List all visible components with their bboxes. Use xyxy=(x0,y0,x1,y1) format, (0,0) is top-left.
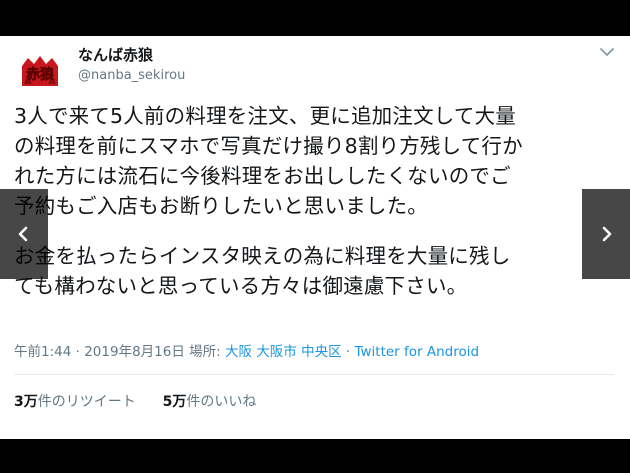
top-black-bar xyxy=(0,0,630,36)
chevron-right-icon xyxy=(602,226,612,242)
location-link[interactable]: 大阪 大阪市 中央区 xyxy=(225,344,342,360)
bottom-black-bar xyxy=(0,439,630,473)
location-label: 場所: xyxy=(189,344,221,360)
previous-button[interactable] xyxy=(0,189,48,279)
display-name[interactable]: なんば赤狼 xyxy=(78,44,153,65)
like-stat[interactable]: 5万件のいいね xyxy=(163,394,257,410)
tweet-paragraph-2: お金を払ったらインスタ映えの為に料理を大量に残し ても構わないと思っている方々は… xyxy=(14,244,511,298)
chevron-down-icon[interactable] xyxy=(597,44,617,60)
user-handle[interactable]: @nanba_sekirou xyxy=(78,68,185,83)
like-count: 5万 xyxy=(162,394,187,410)
chevron-left-icon xyxy=(18,226,28,242)
tweet-meta: 午前1:44 · 2019年8月16日 場所: 大阪 大阪市 中央区 · Twi… xyxy=(14,340,479,360)
source-link[interactable]: Twitter for Android xyxy=(354,344,479,360)
retweet-count: 3万 xyxy=(14,394,38,410)
meta-separator: · xyxy=(75,344,85,360)
tweet-date[interactable]: 2019年8月16日 xyxy=(84,344,185,360)
divider xyxy=(14,374,614,375)
tweet-paragraph-1: 3人で来て5人前の料理を注文、更に追加注文して大量 の料理を前にスマホで写真だけ… xyxy=(14,104,523,218)
tweet-body: 3人で来て5人前の料理を注文、更に追加注文して大量 の料理を前にスマホで写真だけ… xyxy=(14,101,614,301)
like-label: 件のいいね xyxy=(186,394,257,410)
avatar[interactable]: 赤狼 xyxy=(14,46,66,98)
retweet-stat[interactable]: 3万件のリツイート xyxy=(14,394,136,410)
tweet-time[interactable]: 午前1:44 xyxy=(14,344,71,360)
next-button[interactable] xyxy=(582,189,630,279)
avatar-lettering: 赤狼 xyxy=(26,66,55,83)
retweet-label: 件のリツイート xyxy=(37,394,136,410)
avatar-logo: 赤狼 xyxy=(14,46,66,98)
tweet-card: 赤狼 なんば赤狼 @nanba_sekirou 3人で来て5人前の料理を注文、更… xyxy=(0,36,630,439)
engagement-stats: 3万件のリツイート 5万件のいいね xyxy=(14,391,256,411)
